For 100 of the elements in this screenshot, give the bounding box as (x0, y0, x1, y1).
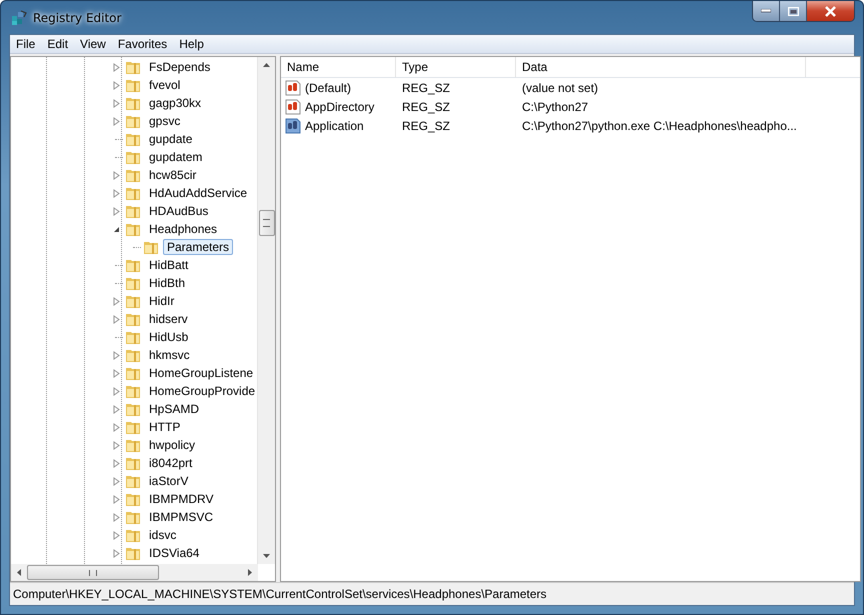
column-header[interactable]: Type (396, 57, 516, 77)
maximize-icon (788, 6, 798, 16)
value-type: REG_SZ (401, 80, 452, 94)
folder-icon (125, 330, 141, 344)
scroll-left-icon[interactable] (17, 569, 21, 576)
folder-icon (125, 384, 141, 398)
menu-item[interactable]: Favorites (112, 37, 174, 51)
expand-arrow-icon[interactable] (113, 404, 120, 414)
expand-arrow-icon[interactable] (113, 458, 120, 468)
expand-arrow-icon[interactable] (113, 494, 120, 504)
folder-icon (125, 186, 141, 200)
tree-item[interactable]: IBMPMDRV (145, 491, 218, 507)
expand-arrow-icon[interactable] (113, 80, 120, 90)
scroll-down-icon[interactable] (263, 554, 270, 558)
value-type: REG_SZ (401, 100, 452, 114)
horizontal-scrollbar[interactable] (11, 564, 258, 581)
tree-item[interactable]: Parameters (163, 239, 234, 255)
tree-item[interactable]: fvevol (145, 77, 184, 93)
tree-item[interactable]: HpSAMD (145, 401, 204, 417)
folder-icon (125, 222, 141, 236)
expand-arrow-icon[interactable] (113, 188, 120, 198)
scroll-thumb[interactable] (258, 210, 274, 236)
folder-icon (125, 510, 141, 524)
folder-icon (125, 366, 141, 380)
tree-item[interactable]: gpsvc (145, 113, 184, 129)
menu-item[interactable]: File (10, 37, 42, 51)
expand-arrow-icon[interactable] (113, 512, 120, 522)
tree-item[interactable]: idsvc (145, 527, 180, 543)
folder-icon (125, 294, 141, 308)
folder-icon (125, 168, 141, 182)
menu-item[interactable]: Help (173, 37, 210, 51)
tree-item[interactable]: iaStorV (145, 473, 192, 489)
tree-item[interactable]: HomeGroupListene (145, 365, 257, 381)
folder-icon (125, 258, 141, 272)
folder-icon (125, 474, 141, 488)
folder-icon (125, 204, 141, 218)
expand-arrow-icon[interactable] (113, 314, 120, 324)
maximize-button[interactable] (780, 1, 807, 21)
column-header[interactable]: Name (281, 57, 396, 77)
value-name[interactable]: Application (303, 118, 364, 132)
menu-item[interactable]: View (74, 37, 112, 51)
status-bar: Computer\HKEY_LOCAL_MACHINE\SYSTEM\CurrentControlSet\services\Headphones\Parameters (10, 582, 854, 605)
expand-arrow-icon[interactable] (113, 386, 120, 396)
folder-icon (125, 114, 141, 128)
folder-icon (125, 420, 141, 434)
expand-arrow-icon[interactable] (113, 62, 120, 72)
scroll-up-icon[interactable] (263, 63, 270, 67)
tree-item[interactable]: HomeGroupProvide (145, 383, 257, 399)
tree-item[interactable]: HTTP (145, 419, 184, 435)
tree-item[interactable]: gupdate (145, 131, 196, 147)
tree-item[interactable]: hidserv (145, 311, 192, 327)
expand-arrow-icon[interactable] (113, 350, 120, 360)
tree-item[interactable]: FsDepends (145, 59, 214, 75)
tree-item[interactable]: hcw85cir (145, 167, 200, 183)
scroll-right-icon[interactable] (248, 569, 252, 576)
value-name[interactable]: (Default) (303, 80, 352, 94)
scroll-thumb[interactable] (27, 565, 159, 580)
expand-arrow-icon[interactable] (113, 422, 120, 432)
tree-item[interactable]: IDSVia64 (145, 545, 204, 561)
expand-arrow-icon[interactable] (113, 116, 120, 126)
expand-arrow-icon[interactable] (113, 368, 120, 378)
folder-icon (125, 78, 141, 92)
expand-arrow-icon[interactable] (113, 98, 120, 108)
column-header[interactable]: Data (516, 57, 806, 77)
value-name[interactable]: AppDirectory (303, 100, 374, 114)
expand-arrow-icon[interactable] (113, 530, 120, 540)
expand-arrow-icon[interactable] (113, 440, 120, 450)
folder-icon (125, 438, 141, 452)
tree-item[interactable]: IBMPMSVC (145, 509, 218, 525)
expand-arrow-icon[interactable] (113, 170, 120, 180)
expand-arrow-icon[interactable] (113, 476, 120, 486)
value-data: C:\Python27\python.exe C:\Headphones\headpho... (521, 118, 798, 132)
tree-item[interactable]: hkmsvc (145, 347, 194, 363)
folder-icon (125, 456, 141, 470)
tree-item[interactable]: gupdatem (145, 149, 206, 165)
minimize-icon (761, 9, 771, 13)
tree-item[interactable]: Headphones (145, 221, 222, 237)
folder-icon (125, 96, 141, 110)
vertical-scrollbar[interactable] (257, 57, 275, 564)
expand-arrow-icon[interactable] (113, 296, 120, 306)
tree-item[interactable]: gagp30kx (145, 95, 206, 111)
close-button[interactable] (807, 1, 854, 21)
minimize-button[interactable] (753, 1, 780, 21)
tree-item[interactable]: hwpolicy (145, 437, 200, 453)
tree-item[interactable]: HidUsb (145, 329, 192, 345)
folder-icon (125, 348, 141, 362)
menu-item[interactable]: Edit (41, 37, 74, 51)
tree-item[interactable]: i8042prt (145, 455, 196, 471)
folder-icon (125, 276, 141, 290)
folder-icon (125, 132, 141, 146)
tree-item[interactable]: HidIr (145, 293, 178, 309)
tree-item[interactable]: HidBth (145, 275, 190, 291)
tree-item[interactable]: HidBatt (145, 257, 192, 273)
expand-arrow-icon[interactable] (113, 206, 120, 216)
tree-item[interactable]: HdAudAddService (145, 185, 252, 201)
expand-arrow-icon[interactable] (113, 548, 120, 558)
collapse-arrow-icon[interactable] (113, 226, 120, 232)
folder-icon (125, 312, 141, 326)
tree-item[interactable]: HDAudBus (145, 203, 212, 219)
window-title: Registry Editor (33, 10, 122, 24)
